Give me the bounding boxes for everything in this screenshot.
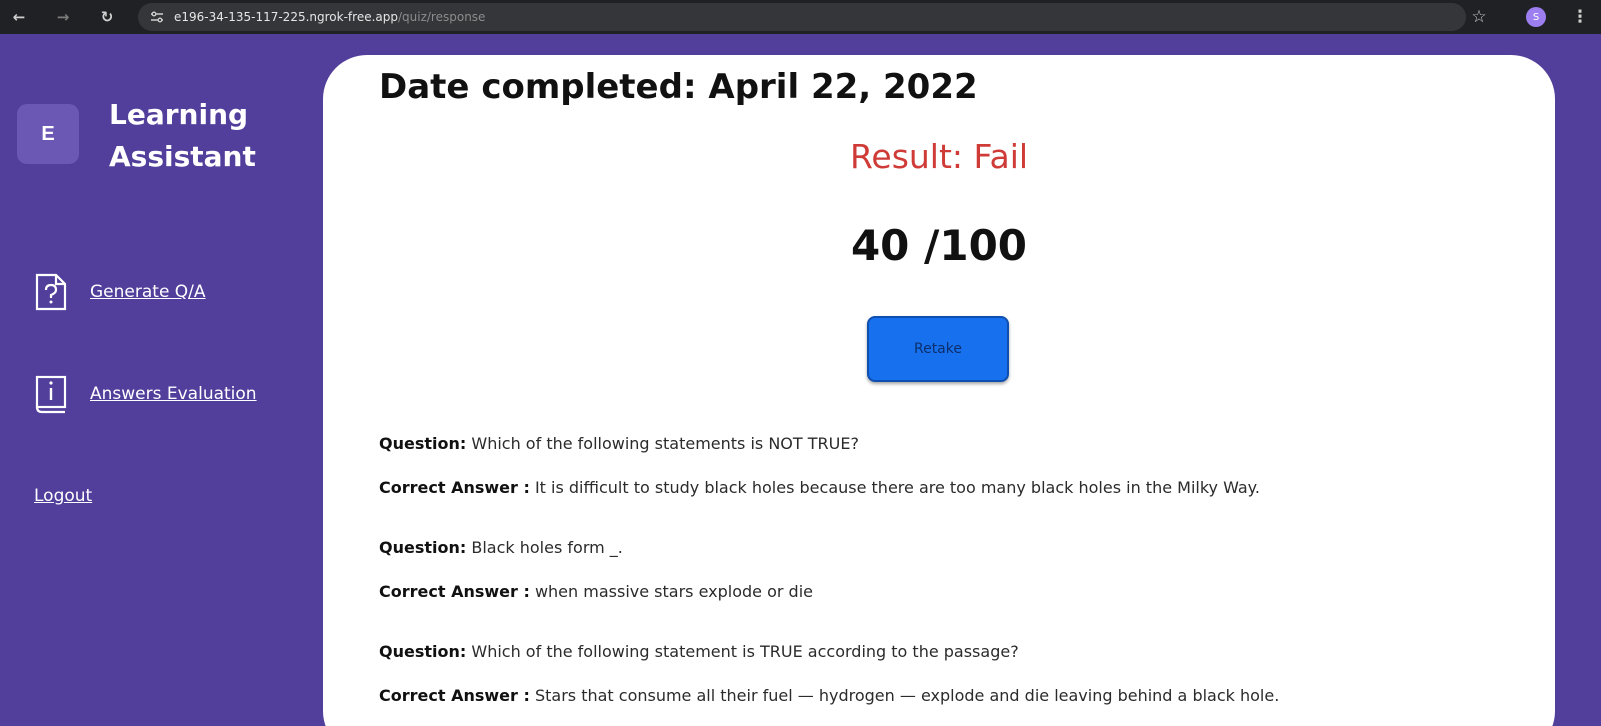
answer-text: when massive stars explode or die xyxy=(534,582,813,601)
back-button[interactable]: ← xyxy=(8,6,30,28)
question-label: Question: xyxy=(379,434,467,453)
question-label: Question: xyxy=(379,538,467,557)
retake-button[interactable]: Retake xyxy=(867,316,1009,382)
profile-avatar[interactable]: S xyxy=(1526,7,1546,27)
date-completed: Date completed: April 22, 2022 xyxy=(379,67,978,107)
browser-toolbar: ← → ↻ e196-34-135-117-225.ngrok-free.app… xyxy=(0,0,1601,34)
answer-label: Correct Answer : xyxy=(379,478,530,497)
app-title: Learning Assistant xyxy=(109,94,309,178)
app-logo: E xyxy=(17,104,79,164)
question-line: Question: Which of the following stateme… xyxy=(379,433,1529,455)
reload-button[interactable]: ↻ xyxy=(96,6,118,28)
result-label: Result: Fail xyxy=(849,137,1029,176)
reload-icon: ↻ xyxy=(100,8,114,26)
question-line: Question: Which of the following stateme… xyxy=(379,641,1529,663)
answer-line: Correct Answer : Stars that consume all … xyxy=(379,685,1529,707)
forward-button[interactable]: → xyxy=(52,6,74,28)
sidebar: E Learning Assistant Generate Q/A Answer… xyxy=(0,34,325,726)
sidebar-item-generate-qa[interactable]: Generate Q/A xyxy=(34,272,206,312)
app-title-line1: Learning xyxy=(109,98,249,131)
bookmark-star-icon[interactable]: ☆ xyxy=(1466,4,1492,30)
app-title-line2: Assistant xyxy=(109,140,256,173)
sidebar-item-answers-evaluation[interactable]: Answers Evaluation xyxy=(34,374,257,414)
question-line: Question: Black holes form _. xyxy=(379,537,1529,559)
list-item: Question: Which of the following stateme… xyxy=(379,433,1529,537)
url-host: e196-34-135-117-225.ngrok-free.app xyxy=(174,10,398,24)
answer-label: Correct Answer : xyxy=(379,686,530,705)
kebab-menu-icon[interactable]: ⋮ xyxy=(1570,4,1590,30)
question-label: Question: xyxy=(379,642,467,661)
question-text: Black holes form _. xyxy=(471,538,623,557)
question-text: Which of the following statements is NOT… xyxy=(471,434,859,453)
site-settings-icon[interactable] xyxy=(150,10,164,24)
answer-label: Correct Answer : xyxy=(379,582,530,601)
qa-list: Question: Which of the following stateme… xyxy=(379,433,1529,726)
answer-text: Stars that consume all their fuel — hydr… xyxy=(534,686,1280,705)
sidebar-item-label[interactable]: Generate Q/A xyxy=(90,282,206,302)
answer-line: Correct Answer : when massive stars expl… xyxy=(379,581,1529,603)
answer-text: It is difficult to study black holes bec… xyxy=(534,478,1260,497)
sidebar-item-label[interactable]: Answers Evaluation xyxy=(90,384,257,404)
result-status: Result: Fail xyxy=(323,137,1555,176)
arrow-right-icon: → xyxy=(56,8,70,26)
address-bar[interactable]: e196-34-135-117-225.ngrok-free.app/quiz/… xyxy=(138,3,1466,31)
question-text: Which of the following statement is TRUE… xyxy=(471,642,1019,661)
list-item: Question: Black holes form _. Correct An… xyxy=(379,537,1529,641)
url-path: /quiz/response xyxy=(397,10,486,24)
quiz-result-card: Date completed: April 22, 2022 Result: F… xyxy=(323,55,1555,726)
question-file-icon xyxy=(35,273,67,311)
score: 40 /100 xyxy=(850,221,1028,270)
answer-line: Correct Answer : It is difficult to stud… xyxy=(379,477,1529,499)
logout-link[interactable]: Logout xyxy=(34,486,92,506)
arrow-left-icon: ← xyxy=(12,8,26,26)
info-book-icon xyxy=(35,375,67,414)
list-item: Question: Which of the following stateme… xyxy=(379,641,1529,726)
